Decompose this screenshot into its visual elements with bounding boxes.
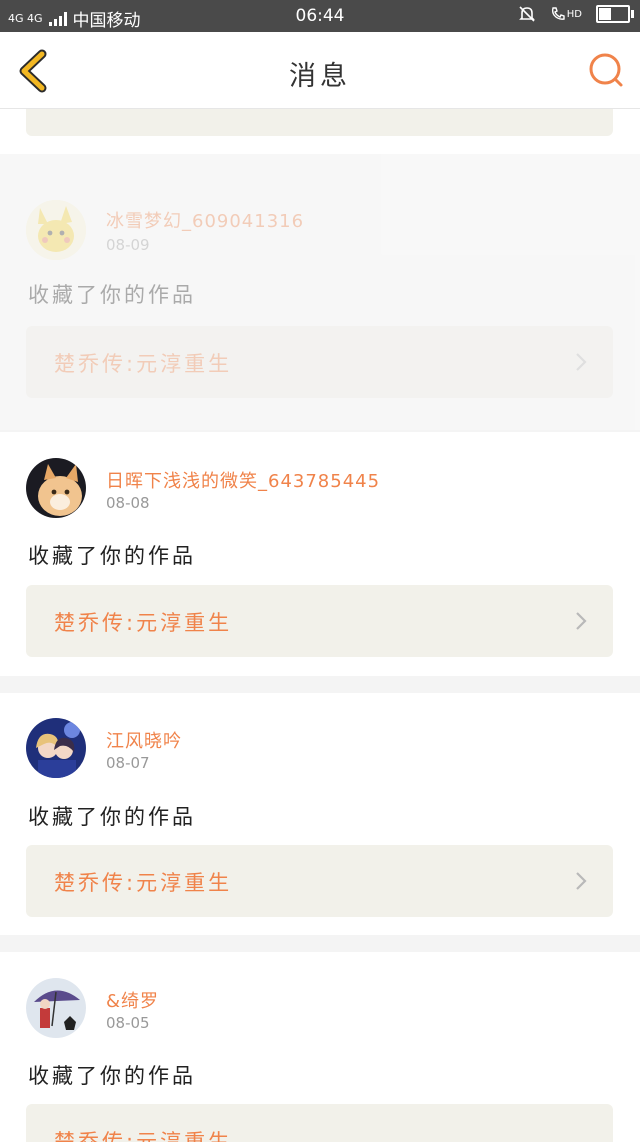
umbrella-girl-avatar-icon [26, 978, 86, 1038]
anime-couple-avatar-icon [26, 718, 86, 778]
message-card: &绮罗 08-05 收藏了你的作品 楚乔传:元淳重生 [0, 952, 640, 1142]
avatar[interactable] [26, 978, 86, 1038]
username[interactable]: 江风晓吟 [106, 727, 182, 753]
action-text: 收藏了你的作品 [28, 283, 196, 307]
avatar[interactable] [26, 718, 86, 778]
work-link[interactable]: 楚乔传:元淳重生 [26, 585, 613, 657]
work-title: 楚乔传:元淳重生 [54, 871, 233, 895]
username[interactable]: 冰雪梦幻_609041316 [106, 207, 304, 233]
message-card: 日晖下浅浅的微笑_643785445 08-08 收藏了你的作品 楚乔传:元淳重… [0, 432, 640, 676]
action-text: 收藏了你的作品 [28, 544, 196, 568]
nav-bar: 消息 [0, 32, 640, 109]
bell-muted-icon [518, 6, 535, 22]
username[interactable]: 日晖下浅浅的微笑_643785445 [106, 467, 380, 493]
hd-label: HD [566, 8, 582, 20]
status-right: HD [518, 5, 634, 23]
pikachu-avatar-icon [26, 200, 86, 260]
chevron-right-icon [576, 353, 587, 371]
phone-icon [551, 7, 565, 20]
status-bar: 4G 4G 中国移动 06:44 HD [0, 0, 640, 32]
message-date: 08-05 [106, 1014, 150, 1032]
battery-icon [596, 5, 634, 23]
hd-call: HD [550, 6, 582, 22]
message-date: 08-07 [106, 754, 150, 772]
work-link[interactable]: 楚乔传:元淳重生 [26, 326, 613, 398]
action-text: 收藏了你的作品 [28, 805, 196, 829]
message-card-partial [0, 64, 640, 154]
chevron-right-icon [576, 612, 587, 630]
action-text: 收藏了你的作品 [28, 1064, 196, 1088]
message-card: 江风晓吟 08-07 收藏了你的作品 楚乔传:元淳重生 [0, 693, 640, 935]
avatar[interactable] [26, 200, 86, 260]
work-link[interactable]: 楚乔传:元淳重生 [26, 1104, 613, 1142]
message-card: 冰雪梦幻_609041316 08-09 收藏了你的作品 楚乔传:元淳重生 [0, 154, 640, 430]
username[interactable]: &绮罗 [106, 987, 159, 1013]
page-title: 消息 [289, 61, 351, 92]
chevron-right-icon [576, 872, 587, 890]
message-date: 08-09 [106, 236, 150, 254]
work-link[interactable]: 楚乔传:元淳重生 [26, 845, 613, 917]
work-title: 楚乔传:元淳重生 [54, 1130, 233, 1142]
cat-avatar-icon [26, 458, 86, 518]
message-date: 08-08 [106, 494, 150, 512]
work-title: 楚乔传:元淳重生 [54, 352, 233, 376]
search-icon[interactable] [586, 50, 626, 90]
work-title: 楚乔传:元淳重生 [54, 611, 233, 635]
avatar[interactable] [26, 458, 86, 518]
